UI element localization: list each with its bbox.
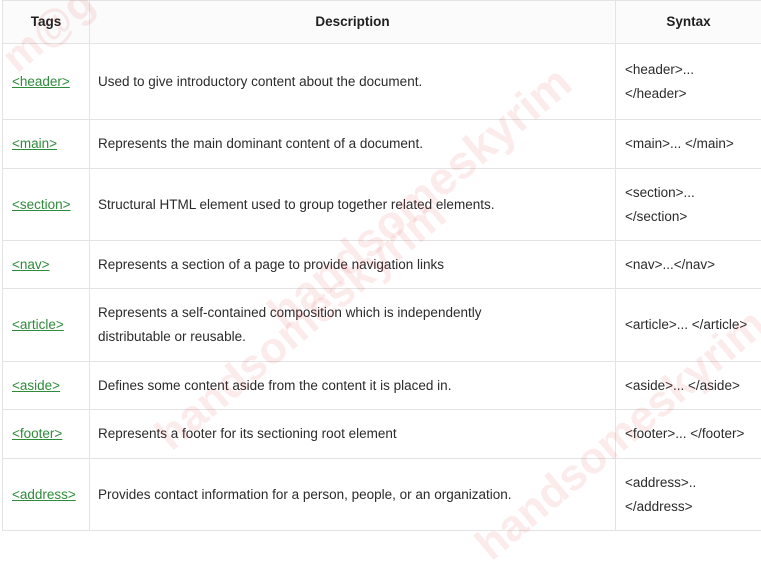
syntax-cell: <aside>... </aside> [616,362,761,410]
html-semantic-tags-table-container: Tags Description Syntax <header> Used to… [2,0,761,531]
tag-link-main[interactable]: <main> [12,136,57,151]
tag-cell: <section> [3,169,90,241]
syntax-cell: <address>..</address> [616,459,761,531]
description-cell: Represents the main dominant content of … [90,120,616,169]
tag-link-nav[interactable]: <nav> [12,257,50,272]
column-header-description: Description [90,1,616,44]
table-row: <aside> Defines some content aside from … [3,362,761,410]
tag-cell: <nav> [3,241,90,289]
table-row: <header> Used to give introductory conte… [3,44,761,120]
table-row: <section> Structural HTML element used t… [3,169,761,241]
column-header-syntax: Syntax [616,1,761,44]
syntax-cell: <nav>...</nav> [616,241,761,289]
tag-cell: <article> [3,289,90,362]
tag-cell: <address> [3,459,90,531]
syntax-line: </header> [625,82,759,106]
description-cell: Defines some content aside from the cont… [90,362,616,410]
syntax-cell: <header>...</header> [616,44,761,120]
tag-link-address[interactable]: <address> [12,487,76,502]
tag-link-article[interactable]: <article> [12,317,64,332]
table-row: <address> Provides contact information f… [3,459,761,531]
description-cell: Represents a footer for its sectioning r… [90,410,616,459]
syntax-line: <address>.. [625,471,759,495]
tag-cell: <footer> [3,410,90,459]
table-row: <article> Represents a self-contained co… [3,289,761,362]
description-cell: Represents a self-contained composition … [90,289,616,362]
table-row: <nav> Represents a section of a page to … [3,241,761,289]
description-cell: Represents a section of a page to provid… [90,241,616,289]
syntax-line: <section>... [625,181,759,205]
syntax-cell: <article>... </article> [616,289,761,362]
syntax-cell: <main>... </main> [616,120,761,169]
syntax-cell: <footer>... </footer> [616,410,761,459]
html-tags-table: Tags Description Syntax <header> Used to… [2,0,761,531]
tag-link-aside[interactable]: <aside> [12,378,60,393]
table-row: <main> Represents the main dominant cont… [3,120,761,169]
tag-cell: <main> [3,120,90,169]
tag-link-footer[interactable]: <footer> [12,426,62,441]
table-row: <footer> Represents a footer for its sec… [3,410,761,459]
description-cell: Used to give introductory content about … [90,44,616,120]
syntax-line: <header>... [625,58,759,82]
description-cell: Structural HTML element used to group to… [90,169,616,241]
tag-link-section[interactable]: <section> [12,197,71,212]
syntax-line: </address> [625,495,759,519]
description-cell: Provides contact information for a perso… [90,459,616,531]
syntax-line: </section> [625,205,759,229]
syntax-cell: <section>...</section> [616,169,761,241]
table-header-row: Tags Description Syntax [3,1,761,44]
tag-link-header[interactable]: <header> [12,74,70,89]
column-header-tags: Tags [3,1,90,44]
tag-cell: <header> [3,44,90,120]
tag-cell: <aside> [3,362,90,410]
